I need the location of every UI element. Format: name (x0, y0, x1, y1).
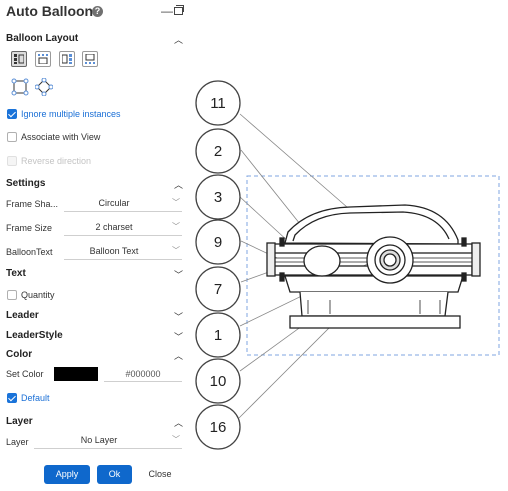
layout-vertical-left-icon (14, 54, 24, 64)
layout-square-button[interactable] (11, 78, 29, 96)
chevron-down-icon: ﹀ (172, 246, 180, 255)
section-settings[interactable]: Settings (6, 178, 45, 189)
balloon-2[interactable]: 2 (195, 128, 241, 174)
balloon-1[interactable]: 1 (195, 312, 241, 358)
chevron-up-icon[interactable]: ︿ (174, 349, 183, 362)
layer-label: Layer (6, 437, 29, 447)
color-hex-input[interactable]: #000000 (104, 366, 182, 382)
frame-size-select[interactable]: 2 charset ﹀ (64, 220, 182, 236)
section-balloon-layout[interactable]: Balloon Layout (6, 33, 78, 44)
frame-shape-select[interactable]: Circular ﹀ (64, 196, 182, 212)
balloon-2-label: 2 (214, 143, 222, 160)
panel-title: Auto Balloon (6, 3, 94, 19)
chevron-up-icon[interactable]: ︿ (174, 178, 183, 191)
reverse-direction-checkbox (7, 156, 17, 166)
frame-size-label: Frame Size (6, 223, 53, 233)
chevron-down-icon: ﹀ (172, 222, 180, 231)
layout-square-icon (11, 78, 29, 96)
layer-value: No Layer (80, 435, 118, 445)
quantity-label: Quantity (21, 290, 55, 300)
balloon-7[interactable]: 7 (195, 266, 241, 312)
chevron-down-icon[interactable]: ﹀ (174, 310, 183, 323)
balloon-7-label: 7 (214, 281, 222, 298)
layout-circular-button[interactable] (34, 77, 54, 97)
auto-balloon-panel: Auto Balloon ? — Balloon Layout ︿ Ignore… (0, 0, 190, 486)
color-swatch[interactable] (54, 367, 98, 381)
chevron-down-icon[interactable]: ﹀ (174, 330, 183, 343)
layout-circular-icon (34, 77, 54, 97)
balloon-16[interactable]: 16 (195, 404, 241, 450)
layer-select[interactable]: No Layer ﹀ (34, 433, 182, 449)
default-color-checkbox[interactable] (7, 393, 17, 403)
balloon-1-label: 1 (214, 327, 222, 344)
section-layer[interactable]: Layer (6, 416, 33, 427)
balloon-10[interactable]: 10 (195, 358, 241, 404)
apply-button[interactable]: Apply (44, 465, 90, 484)
layout-top-icon (38, 54, 48, 64)
section-text[interactable]: Text (6, 268, 26, 279)
ignore-multiple-checkbox[interactable] (7, 109, 17, 119)
reverse-direction-label: Reverse direction (21, 156, 92, 166)
frame-shape-value: Circular (98, 198, 130, 208)
chevron-up-icon[interactable]: ︿ (174, 33, 183, 46)
balloon-11[interactable]: 11 (195, 80, 241, 126)
frame-shape-label: Frame Sha... (6, 199, 59, 209)
layout-vertical-right-icon (62, 54, 72, 64)
set-color-label: Set Color (6, 369, 44, 379)
layout-bottom-icon (85, 54, 95, 64)
layout-vertical-right-button[interactable] (59, 51, 75, 67)
default-color-label: Default (21, 393, 50, 403)
associate-view-checkbox[interactable] (7, 132, 17, 142)
minimize-icon[interactable]: — (161, 4, 173, 18)
balloon-9-label: 9 (214, 234, 222, 251)
ok-button[interactable]: Ok (97, 465, 132, 484)
balloon-11-label: 11 (210, 95, 226, 112)
layout-top-button[interactable] (35, 51, 51, 67)
drawing-svg: 11 2 3 9 7 1 10 16 (195, 80, 500, 450)
chevron-down-icon: ﹀ (172, 435, 180, 444)
balloon-text-value: Balloon Text (89, 246, 139, 256)
balloon-10-label: 10 (210, 373, 227, 390)
balloon-text-select[interactable]: Balloon Text ﹀ (64, 244, 182, 260)
section-leader[interactable]: Leader (6, 310, 39, 321)
ignore-multiple-label: Ignore multiple instances (21, 109, 121, 119)
chevron-down-icon[interactable]: ﹀ (174, 268, 183, 281)
quantity-checkbox[interactable] (7, 290, 17, 300)
layout-vertical-left-button[interactable] (11, 51, 27, 67)
balloon-9[interactable]: 9 (195, 219, 241, 265)
close-button[interactable]: Close (144, 465, 176, 484)
chevron-down-icon: ﹀ (172, 198, 180, 207)
layout-bottom-button[interactable] (82, 51, 98, 67)
restore-window-icon[interactable] (174, 5, 184, 15)
frame-size-value: 2 charset (95, 222, 133, 232)
help-icon[interactable]: ? (92, 6, 103, 17)
balloon-text-label: BalloonText (6, 247, 53, 257)
section-color[interactable]: Color (6, 349, 32, 360)
balloon-16-label: 16 (210, 419, 227, 436)
associate-view-label: Associate with View (21, 132, 101, 142)
panel-title-bar: Auto Balloon ? — (6, 3, 184, 21)
balloon-3-label: 3 (214, 189, 222, 206)
drawing-canvas[interactable]: 11 2 3 9 7 1 10 16 (190, 0, 508, 486)
balloon-3[interactable]: 3 (195, 174, 241, 220)
gear-housing-drawing (266, 204, 481, 329)
chevron-up-icon[interactable]: ︿ (174, 416, 183, 429)
section-leader-style[interactable]: LeaderStyle (6, 330, 63, 341)
